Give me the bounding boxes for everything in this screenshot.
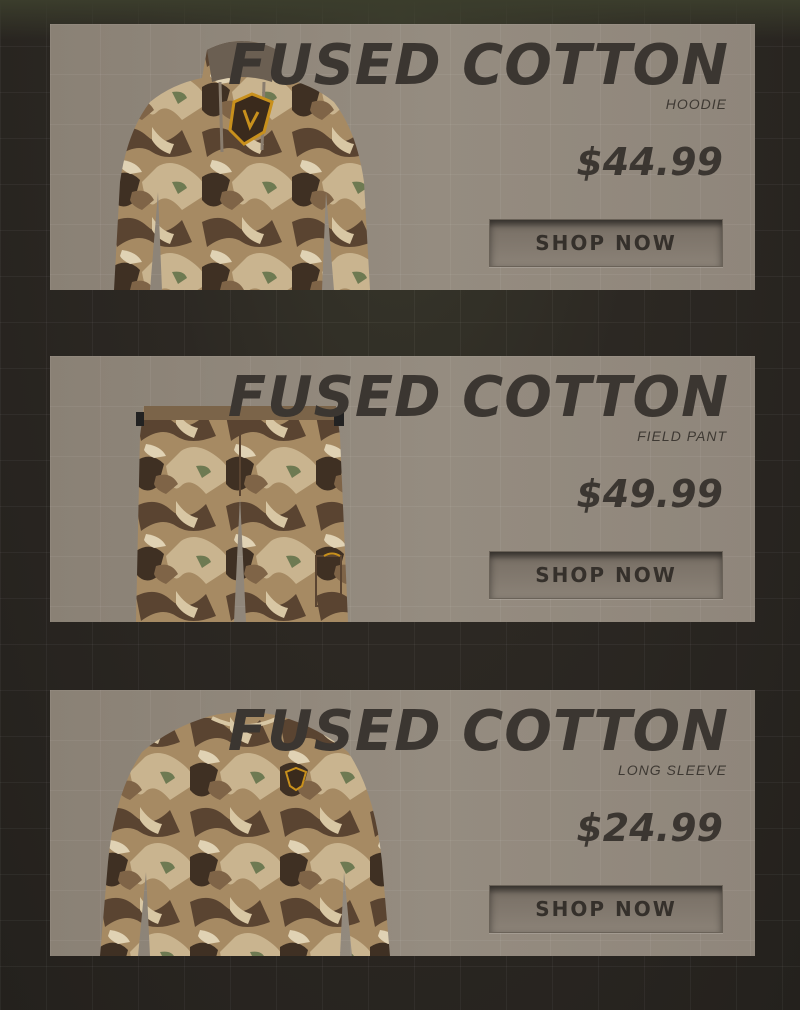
product-subtitle: FIELD PANT <box>637 428 727 444</box>
shop-now-button[interactable]: SHOP NOW <box>489 551 723 599</box>
product-price: $49.99 <box>576 472 723 516</box>
product-title: FUSED COTTON <box>227 365 729 430</box>
product-price: $24.99 <box>576 806 723 850</box>
product-title: FUSED COTTON <box>227 33 729 98</box>
product-card-field-pant: FUSED COTTON FIELD PANT $49.99 SHOP NOW <box>50 356 755 622</box>
product-title: FUSED COTTON <box>227 699 729 764</box>
product-card-long-sleeve: FUSED COTTON LONG SLEEVE $24.99 SHOP NOW <box>50 690 755 956</box>
product-subtitle: LONG SLEEVE <box>617 762 727 778</box>
shop-now-button-label: SHOP NOW <box>535 231 677 255</box>
product-price: $44.99 <box>576 140 723 184</box>
shop-now-button[interactable]: SHOP NOW <box>489 219 723 267</box>
camo-field-pant-image[interactable] <box>136 406 348 622</box>
product-subtitle: HOODIE <box>665 96 727 112</box>
shop-now-button-label: SHOP NOW <box>535 897 677 921</box>
shop-now-button-label: SHOP NOW <box>535 563 677 587</box>
shop-now-button[interactable]: SHOP NOW <box>489 885 723 933</box>
product-card-hoodie: FUSED COTTON HOODIE $44.99 SHOP NOW <box>50 24 755 290</box>
